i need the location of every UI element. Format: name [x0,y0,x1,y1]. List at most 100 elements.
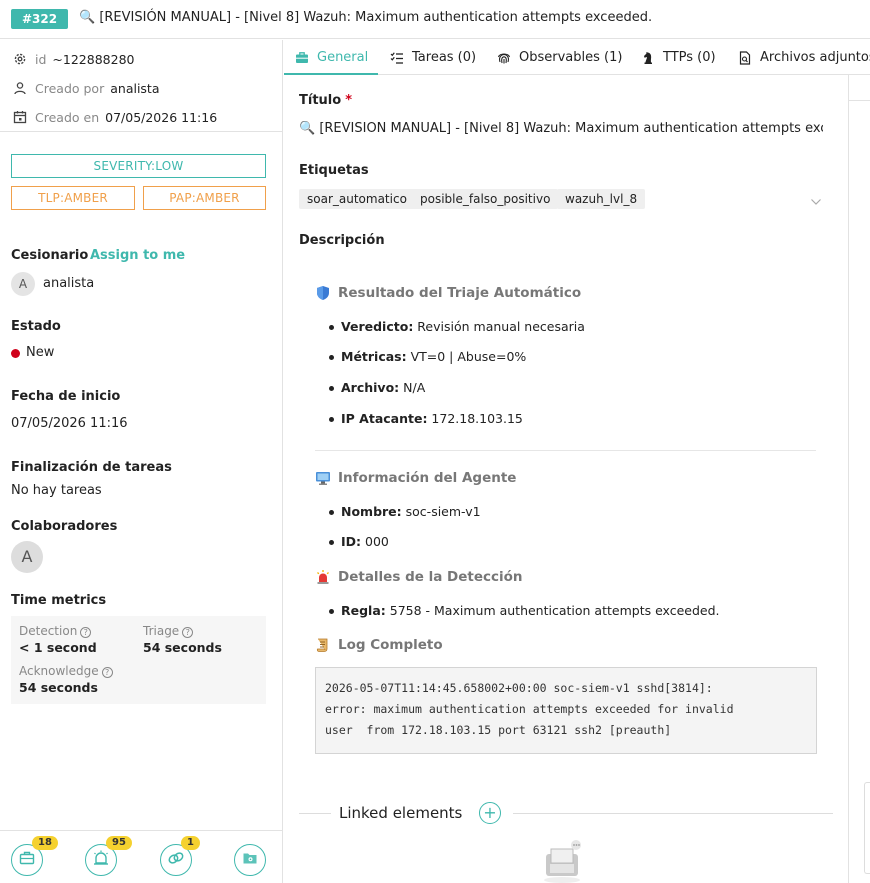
detection-label-text: Detection [19,624,78,638]
time-metrics-label: Time metrics [11,593,107,608]
divider [513,813,833,814]
created-at-label: Creado en [35,109,100,125]
log-code-block: 2026-05-07T11:14:45.658002+00:00 soc-sie… [315,667,817,754]
title-field[interactable]: 🔍 [REVISIÓN MANUAL] - [Nivel 8] Wazuh: M… [299,121,823,136]
title-label-text: Título [299,93,342,108]
tab-attachments-label: Archivos adjuntos [760,50,870,65]
empty-state-icon [542,840,586,883]
add-linked-element-button[interactable]: + [479,802,501,824]
item-value: 172.18.103.15 [427,411,523,426]
scroll-icon [315,637,331,653]
tab-general-label: General [317,50,369,65]
tab-attachments[interactable]: Archivos adjuntos [738,50,870,65]
case-id-value: ~122888280 [52,51,135,67]
triage-heading-text: Resultado del Triaje Automático [338,285,582,301]
case-header: #322 🔍 [REVISIÓN MANUAL] - [Nivel 8] Waz… [0,0,870,39]
linked-elements-title: Linked elements [339,804,463,822]
case-id-label: id [35,51,47,67]
time-metrics-panel: Detection? < 1 second Triage? 54 seconds… [11,616,266,704]
tab-tasks[interactable]: Tareas (0) [390,50,476,65]
tlp-badge[interactable]: TLP:AMBER [11,186,135,210]
link-icon [167,850,185,870]
tab-observables[interactable]: Observables (1) [497,50,622,65]
tags-field-label: Etiquetas [299,163,369,178]
agent-heading-text: Información del Agente [338,470,517,486]
tab-tasks-label: Tareas (0) [412,50,477,65]
scrollbar[interactable] [864,782,870,874]
status-dot [11,349,20,358]
created-by-row: Creado por analista [13,79,160,97]
tab-observables-label: Observables (1) [519,50,623,65]
case-details-sidebar: id ~122888280 Creado por analista Creado… [0,40,283,883]
description-field-label: Descripción [299,233,385,248]
created-by-value: analista [110,80,160,96]
user-icon [13,81,27,95]
item-value: soc-siem-v1 [401,504,481,519]
assignee-avatar: A [11,272,35,296]
briefcase-icon [19,850,35,870]
item-value: N/A [399,380,426,395]
briefcase-icon [295,51,309,65]
collaborators-label: Colaboradores [11,519,118,534]
help-icon[interactable]: ? [80,627,92,638]
acknowledge-label-text: Acknowledge [19,664,99,678]
list-item: Nombre: soc-siem-v1 [329,504,481,519]
calendar-icon [13,110,27,124]
gear-icon [13,52,27,66]
divider [0,131,283,132]
detection-metric-label: Detection? [19,624,92,638]
tag-chip[interactable]: soar_automatico [299,189,415,209]
tag-chip[interactable]: posible_falso_positivo [412,189,559,209]
required-marker: * [345,93,352,108]
item-key: Métricas: [341,349,407,364]
item-key: IP Atacante: [341,411,428,426]
list-item: Veredicto: Revisión manual necesaria [329,319,585,334]
item-value: Revisión manual necesaria [413,319,585,334]
status-label: Estado [11,319,61,334]
item-key: Archivo: [341,380,400,395]
severity-badge[interactable]: SEVERITY:LOW [11,154,266,178]
chess-knight-icon [641,51,655,65]
assign-to-me-link[interactable]: Assign to me [90,248,185,263]
item-value: 5758 - Maximum authentication attempts e… [385,603,720,618]
item-key: ID: [341,534,362,549]
log-line: 2026-05-07T11:14:45.658002+00:00 soc-sie… [325,681,713,695]
log-heading: Log Completo [315,637,443,653]
alarm-icon [92,850,110,870]
help-icon[interactable]: ? [101,667,113,678]
attachments-button[interactable] [234,844,266,876]
case-id-row: id ~122888280 [13,50,134,68]
triage-label-text: Triage [143,624,180,638]
links-count-badge: 1 [181,836,200,850]
item-value: 000 [361,534,389,549]
folder-gear-icon [242,850,258,870]
case-title: 🔍 [REVISIÓN MANUAL] - [Nivel 8] Wazuh: M… [79,10,653,25]
tasks-done-value: No hay tareas [11,483,102,498]
tab-ttps-label: TTPs (0) [663,50,716,65]
created-at-value: 07/05/2026 11:16 [105,109,218,125]
item-key: Nombre: [341,504,402,519]
case-main-panel: General Tareas (0) Observables (1) TTPs … [284,40,870,883]
tag-chip[interactable]: wazuh_lvl_8 [557,189,646,209]
title-field-label: Título * [299,93,352,108]
tasks-count-badge: 18 [32,836,58,850]
detection-heading: Detalles de la Detección [315,569,523,585]
pap-badge[interactable]: PAP:AMBER [143,186,266,210]
item-key: Regla: [341,603,386,618]
fingerprint-icon [497,51,511,65]
tab-general[interactable]: General [295,50,368,65]
item-value: VT=0 | Abuse=0% [406,349,527,364]
panel-divider [848,75,849,883]
triage-metric-value: 54 seconds [143,640,222,655]
collaborator-avatar[interactable]: A [11,541,43,573]
start-date-value[interactable]: 07/05/2026 11:16 [11,416,128,431]
status-value[interactable]: New [26,345,54,360]
help-icon[interactable]: ? [182,627,194,638]
case-tabs: General Tareas (0) Observables (1) TTPs … [284,40,870,75]
file-search-icon [738,50,752,65]
chevron-down-icon[interactable] [811,194,821,209]
case-number-badge: #322 [11,9,68,29]
tab-ttps[interactable]: TTPs (0) [641,50,716,65]
log-line: error: maximum authentication attempts e… [325,702,734,716]
list-item: Métricas: VT=0 | Abuse=0% [328,349,527,364]
